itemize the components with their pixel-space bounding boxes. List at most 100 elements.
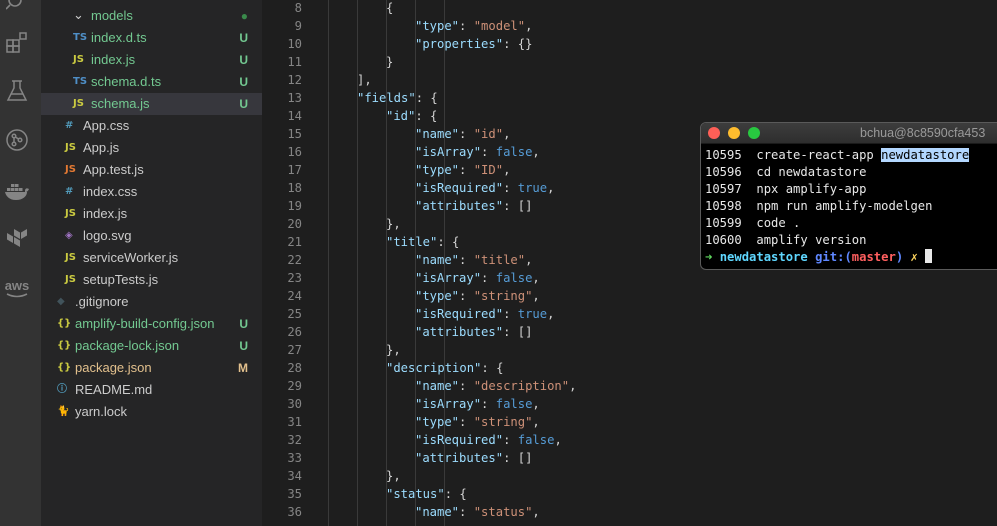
docker-icon[interactable] [4,178,30,204]
search-icon[interactable] [4,0,30,20]
code-token: "isArray" [415,145,482,159]
code-token: : {} [503,37,533,51]
git-graph-icon[interactable] [4,127,30,153]
code-line[interactable]: 12], [262,71,997,89]
code-token: : [459,19,474,33]
code-line[interactable]: 36 "name": "status", [262,503,997,521]
code-token: : [503,307,518,321]
code-token: , [532,505,540,519]
terminal-window[interactable]: bchua@8c8590cfa453 10595 create-react-ap… [700,122,997,270]
file-name: App.test.js [83,162,144,177]
code-token: : [] [503,199,533,213]
code-token: , [532,289,540,303]
file-row[interactable]: JS serviceWorker.js [41,247,262,269]
code-token: : [] [503,451,533,465]
code-line[interactable]: 13 "fields": { [262,89,997,107]
history-command: code . [756,216,801,230]
code-token: , [532,415,540,429]
extensions-icon[interactable] [4,30,30,56]
file-name: App.css [83,118,130,133]
code-line[interactable]: 11} [262,53,997,71]
file-row[interactable]: {} amplify-build-config.json U [41,313,262,335]
line-number: 25 [287,307,302,321]
file-name: amplify-build-config.json [75,316,215,331]
code-line[interactable]: 10 "properties": {} [262,35,997,53]
file-type-icon: JS [65,208,76,219]
file-type-icon: JS [65,274,76,285]
file-row[interactable]: {} package-lock.json U [41,335,262,357]
file-row[interactable]: TS schema.d.ts U [41,71,262,93]
git-branch: master [851,250,896,264]
code-text: "id": { [386,107,437,125]
terminal-titlebar[interactable]: bchua@8c8590cfa453 [701,123,997,144]
folder-row[interactable]: ⌄ models ● [41,5,262,27]
code-text: }, [386,215,401,233]
code-token: "id" [473,127,504,141]
code-token: ], [357,73,372,87]
file-row[interactable]: TS index.d.ts U [41,27,262,49]
file-type-icon: JS [73,54,84,65]
code-line[interactable]: 27}, [262,341,997,359]
code-line[interactable]: 24 "type": "string", [262,287,997,305]
history-command: npm run amplify-modelgen [756,199,933,213]
file-row[interactable]: # index.css [41,181,262,203]
code-token: "title" [473,253,526,267]
code-token: , [525,19,533,33]
file-row[interactable]: JS App.js [41,137,262,159]
code-line[interactable]: 23 "isArray": false, [262,269,997,287]
file-row[interactable]: {} package.json M [41,357,262,379]
file-name: serviceWorker.js [83,250,179,265]
file-row[interactable]: 🐈 yarn.lock [41,401,262,423]
terminal-history-line: 10598 npm run amplify-modelgen [705,198,932,215]
code-line[interactable]: 29 "name": "description", [262,377,997,395]
file-row[interactable]: # App.css [41,115,262,137]
code-token: "ID" [473,163,504,177]
git-status-badge: U [239,31,248,45]
code-line[interactable]: 31 "type": "string", [262,413,997,431]
code-line[interactable]: 8{ [262,0,997,17]
minimize-window-button[interactable] [728,127,740,139]
code-line[interactable]: 33 "attributes": [] [262,449,997,467]
file-name: index.js [91,52,136,67]
line-number: 32 [287,433,302,447]
file-row[interactable]: JS setupTests.js [41,269,262,291]
code-text: "isRequired": true, [415,305,554,323]
code-line[interactable]: 35 "status": { [262,485,997,503]
code-text: "fields": { [357,89,438,107]
file-row[interactable]: JS index.js [41,203,262,225]
code-token: "string" [473,415,533,429]
file-row[interactable]: ◈ logo.svg [41,225,262,247]
code-token: false [495,271,533,285]
terraform-icon[interactable] [4,226,30,252]
code-text: "attributes": [] [415,197,532,215]
aws-icon[interactable]: aws [4,276,30,302]
file-row[interactable]: ⓘ README.md [41,379,262,401]
code-token: "name" [415,379,460,393]
code-token: : [459,415,474,429]
code-line[interactable]: 30 "isArray": false, [262,395,997,413]
file-name: schema.js [91,96,150,111]
code-token: "name" [415,127,460,141]
line-number: 23 [287,271,302,285]
code-line[interactable]: 34}, [262,467,997,485]
code-line[interactable]: 28 "description": { [262,359,997,377]
file-row[interactable]: ◆ .gitignore [41,291,262,313]
code-line[interactable]: 25 "isRequired": true, [262,305,997,323]
zoom-window-button[interactable] [748,127,760,139]
code-token: "description" [386,361,482,375]
close-window-button[interactable] [708,127,720,139]
code-token: "description" [473,379,570,393]
code-token: : { [444,487,467,501]
file-row[interactable]: JS schema.js U [41,93,262,115]
code-line[interactable]: 26 "attributes": [] [262,323,997,341]
file-row[interactable]: JS index.js U [41,49,262,71]
terminal-prompt-line[interactable]: ➜ newdatastore git:(master) ✗ [705,249,933,266]
testing-icon[interactable] [4,78,30,104]
file-row[interactable]: JS App.test.js [41,159,262,181]
code-token: , [503,163,511,177]
chevron-down-icon[interactable]: ⌄ [73,5,84,27]
code-line[interactable]: 9 "type": "model", [262,17,997,35]
file-name: README.md [75,382,153,397]
code-line[interactable]: 32 "isRequired": false, [262,431,997,449]
code-text: "name": "status", [415,503,540,521]
